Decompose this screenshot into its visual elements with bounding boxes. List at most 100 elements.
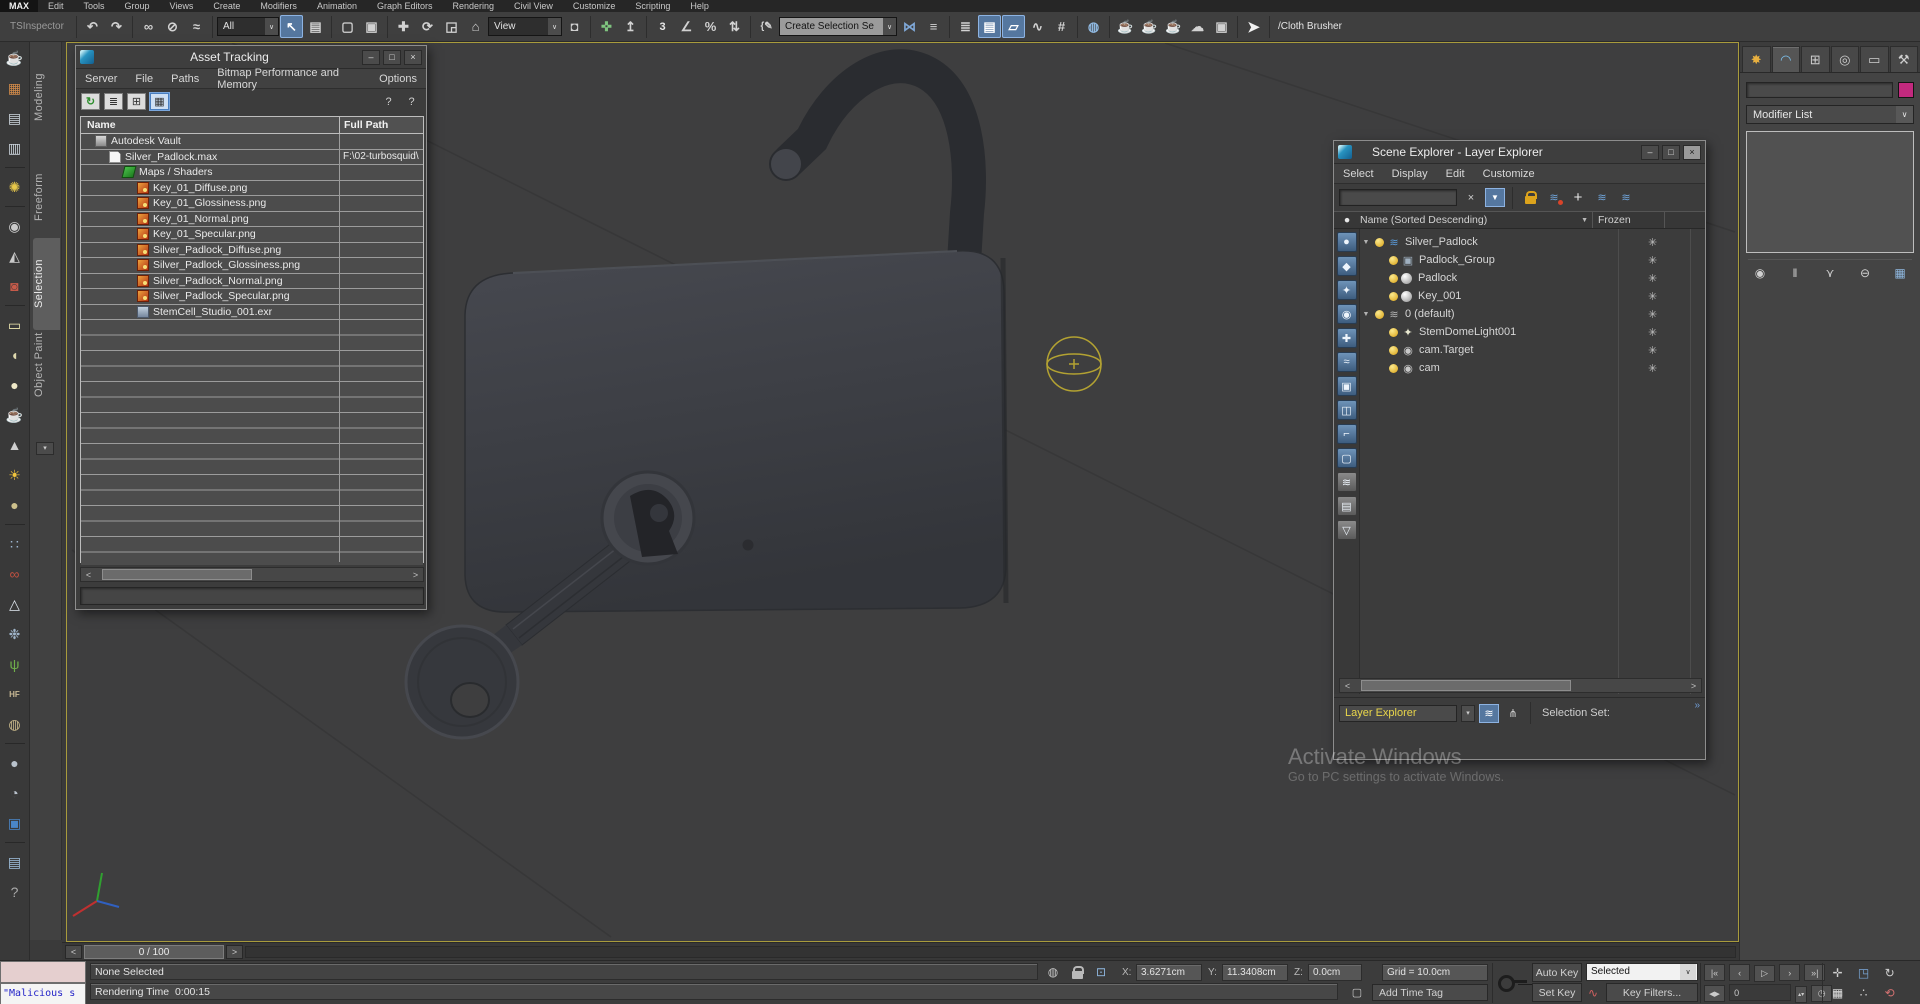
display-geometry-icon[interactable]: ● — [1336, 232, 1357, 252]
remove-modifier-button[interactable]: ⊖ — [1853, 263, 1877, 283]
modifier-list-dropdown[interactable]: Modifier List ∨ — [1746, 105, 1914, 124]
menu-file[interactable]: File — [126, 73, 162, 85]
explorer-mode-dropdown[interactable]: Layer Explorer — [1339, 704, 1457, 722]
add-time-tag-button[interactable]: Add Time Tag — [1372, 984, 1488, 1001]
ribbon-tab-freeform[interactable]: Freeform — [33, 156, 60, 238]
scroll-left-icon[interactable]: < — [81, 570, 96, 580]
chevron-down-icon[interactable]: ∨ — [1896, 106, 1913, 123]
display-bones-icon[interactable]: ⌐ — [1336, 424, 1357, 444]
display-xrefs-icon[interactable]: ◫ — [1336, 400, 1357, 420]
z-coordinate-field[interactable]: 0.0cm — [1308, 964, 1362, 981]
use-pivot-center-icon[interactable]: ◘ — [563, 15, 586, 38]
y-coordinate-field[interactable]: 11.3408cm — [1222, 964, 1288, 981]
frozen-toggle[interactable]: ✳ — [1648, 254, 1657, 267]
table-row[interactable]: Key_01_Glossiness.png — [81, 196, 423, 212]
go-to-start-button[interactable]: |« — [1704, 964, 1725, 981]
key-curve-icon[interactable]: ∿ — [1584, 984, 1602, 1002]
make-unique-button[interactable]: ⋎ — [1818, 263, 1842, 283]
select-and-link-icon[interactable]: ∞ — [137, 15, 160, 38]
table-row[interactable]: Silver_Padlock.max F:\02-turbosquid\ — [81, 149, 423, 165]
render-teapot-icon[interactable]: ☕ — [4, 47, 26, 69]
bulb-icon[interactable] — [1389, 291, 1398, 301]
schematic-view-icon[interactable]: # — [1050, 15, 1073, 38]
spinner-snap-icon[interactable]: ⇅ — [723, 15, 746, 38]
curve-editor-icon[interactable]: ∿ — [1026, 15, 1049, 38]
maximize-button[interactable]: □ — [383, 49, 401, 65]
zoom-extents-icon[interactable]: ◳ — [1852, 963, 1875, 983]
bulb-icon[interactable] — [1389, 345, 1398, 355]
material-editor-icon[interactable]: ☕ — [1114, 15, 1137, 38]
select-object-icon[interactable]: ↖ — [280, 15, 303, 38]
collapse-icon[interactable]: ▼ — [1360, 239, 1372, 246]
list-item[interactable]: ▣ Padlock_Group ✳ — [1360, 251, 1705, 269]
key-mode-toggle[interactable]: ◀▶ — [1704, 985, 1725, 1002]
layer-manager-icon[interactable]: ≣ — [954, 15, 977, 38]
rect-light-icon[interactable]: ▭ — [4, 314, 26, 336]
keyboard-override-icon[interactable]: ↥ — [619, 15, 642, 38]
toggle-scene-explorer-icon[interactable]: ▤ — [978, 15, 1001, 38]
reference-coordinate-dropdown[interactable]: View ∨ — [488, 17, 562, 36]
undo-icon[interactable]: ↶ — [81, 15, 104, 38]
hierarchy-mode-icon[interactable]: ⋔ — [1503, 704, 1523, 723]
table-row[interactable]: Silver_Padlock_Diffuse.png — [81, 242, 423, 258]
toggle-layer-explorer-icon[interactable]: ▱ — [1002, 15, 1025, 38]
configure-modifier-sets-button[interactable]: ▦ — [1888, 263, 1912, 283]
horizontal-scrollbar[interactable]: < > — [1339, 678, 1702, 693]
auto-key-button[interactable]: Auto Key — [1532, 963, 1582, 982]
select-by-name-icon[interactable]: ▤ — [304, 15, 327, 38]
chevron-down-icon[interactable]: ∨ — [548, 18, 561, 35]
list-item[interactable]: ▼ ≋ 0 (default) ✳ — [1360, 305, 1705, 323]
table-row[interactable]: Autodesk Vault — [81, 134, 423, 150]
snaps-toggle-icon[interactable]: 3 — [651, 15, 674, 38]
menu-graph-editors[interactable]: Graph Editors — [367, 0, 443, 12]
scene-explorer-header[interactable]: ● Name (Sorted Descending) ▼ Frozen — [1334, 211, 1705, 229]
select-layer-objects-icon[interactable]: ≋ — [1592, 188, 1612, 207]
bulb-icon[interactable] — [1389, 327, 1398, 337]
menu-options[interactable]: Options — [370, 73, 426, 85]
app-button[interactable]: MAX — [0, 0, 38, 12]
previous-frame-button[interactable]: ‹ — [1729, 964, 1751, 981]
next-frame-arrow[interactable]: > — [226, 944, 243, 959]
display-groups-icon[interactable]: ▣ — [1336, 376, 1357, 396]
chevron-down-icon[interactable]: ▼ — [1581, 217, 1592, 224]
selection-lock-icon[interactable] — [1068, 963, 1086, 981]
select-children-icon[interactable]: ≋ — [1616, 188, 1636, 207]
tab-hierarchy[interactable]: ⊞ — [1801, 46, 1830, 72]
camera-icon[interactable]: ◉ — [4, 215, 26, 237]
menu-edit[interactable]: Edit — [1437, 168, 1474, 180]
select-and-scale-icon[interactable]: ◲ — [440, 15, 463, 38]
menu-create[interactable]: Create — [203, 0, 250, 12]
frozen-toggle[interactable]: ✳ — [1648, 362, 1657, 375]
sphere-gray-icon[interactable]: ● — [4, 752, 26, 774]
next-frame-button[interactable]: › — [1779, 964, 1801, 981]
rectangular-selection-icon[interactable]: ▢ — [336, 15, 359, 38]
chevron-down-icon[interactable]: ∨ — [265, 18, 278, 35]
scene-dialog-icon[interactable]: ▥ — [4, 137, 26, 159]
clear-search-icon[interactable]: × — [1461, 188, 1481, 207]
dome-light-icon[interactable]: ◖ — [4, 344, 26, 366]
render-setup-icon[interactable]: ◍ — [1082, 15, 1105, 38]
render-iterative-icon[interactable]: ☕ — [1162, 15, 1185, 38]
table-row[interactable]: StemCell_Studio_001.exr — [81, 304, 423, 320]
bulb-icon[interactable] — [1375, 309, 1384, 319]
tab-utilities[interactable]: ⚒ — [1889, 46, 1918, 72]
film-camera-icon[interactable]: ◙ — [4, 275, 26, 297]
x-coordinate-field[interactable]: 3.6271cm — [1136, 964, 1202, 981]
pointer-tool-icon[interactable]: ➤ — [1242, 15, 1265, 38]
cone-icon[interactable]: ▲ — [4, 434, 26, 456]
asset-tracking-window[interactable]: Asset Tracking – □ × Server File Paths B… — [75, 45, 427, 610]
teapot-icon[interactable]: ☕ — [4, 404, 26, 426]
align-icon[interactable]: ≡ — [922, 15, 945, 38]
menu-edit[interactable]: Edit — [38, 0, 74, 12]
chevron-down-icon[interactable]: ∨ — [883, 18, 896, 35]
menu-rendering[interactable]: Rendering — [443, 0, 505, 12]
help-icon[interactable]: ? — [4, 881, 26, 903]
hide-layers-icon[interactable]: ≋ — [1544, 188, 1564, 207]
scroll-right-icon[interactable]: > — [1686, 681, 1701, 691]
list-item[interactable]: Key_001 ✳ — [1360, 287, 1705, 305]
column-name-sorted[interactable]: Name (Sorted Descending) — [1360, 214, 1487, 226]
list-item[interactable]: ◉ cam.Target ✳ — [1360, 341, 1705, 359]
coin-icon[interactable]: ◍ — [4, 713, 26, 735]
list-item[interactable]: Padlock ✳ — [1360, 269, 1705, 287]
list-view-icon[interactable]: ≣ — [104, 93, 123, 110]
